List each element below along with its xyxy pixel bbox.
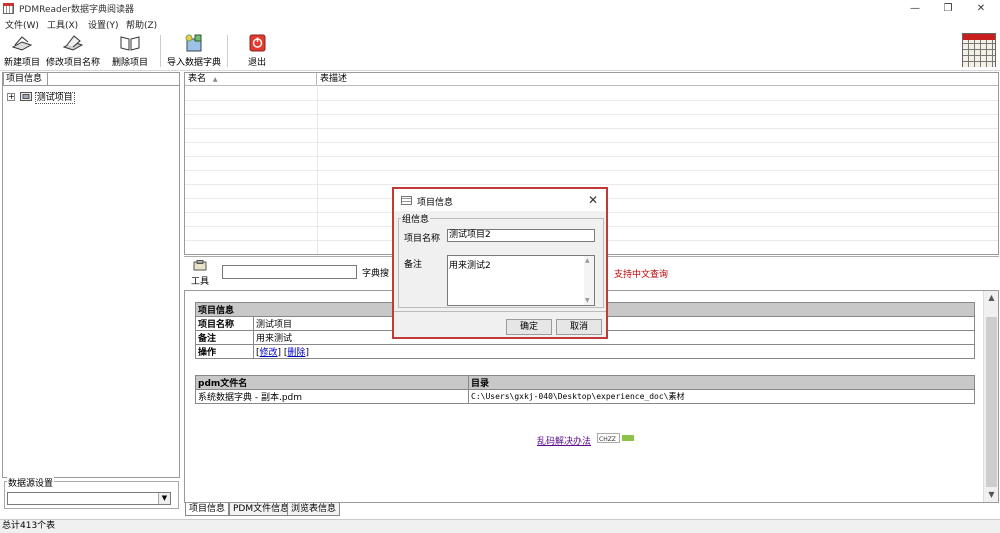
toolbar: 新建项目 修改项目名称 删除项目 导入数据字典 退出 xyxy=(0,31,1000,71)
dialog-divider xyxy=(394,311,606,312)
tree-item-test-project[interactable]: + 测试项目 xyxy=(7,90,75,104)
grid-divider xyxy=(317,87,318,254)
dialog-table-icon xyxy=(401,196,412,205)
toolbox-icon xyxy=(193,260,207,271)
detail-scrollbar[interactable]: ▲ ▼ xyxy=(983,291,998,502)
row-value: 测试项目 xyxy=(253,316,975,331)
datasource-legend: 数据源设置 xyxy=(7,476,55,489)
ops-key: 操作 xyxy=(195,344,254,359)
menu-help[interactable]: 帮助(Z) xyxy=(126,18,157,31)
remark-value: 用来测试2 xyxy=(449,261,491,271)
app-icon xyxy=(3,3,14,14)
table-row: 操作 [修改] [删除] xyxy=(195,344,975,359)
rename-project-label: 修改项目名称 xyxy=(45,58,100,68)
new-project-button[interactable]: 新建项目 xyxy=(3,33,41,69)
title-bar: PDMReader数据字典阅读器 — ❐ ✕ xyxy=(0,0,1000,17)
toolbar-divider xyxy=(160,35,161,67)
column-header-table-name[interactable]: 表名 ▲ xyxy=(185,73,317,86)
sort-asc-icon: ▲ xyxy=(212,76,218,83)
toolbar-divider-2 xyxy=(227,35,228,67)
menu-bar: 文件(W) 工具(X) 设置(Y) 帮助(Z) xyxy=(0,17,1000,31)
delete-link[interactable]: 删除 xyxy=(287,348,305,358)
tab-underline xyxy=(2,85,180,86)
dialog-group-legend: 组信息 xyxy=(401,212,431,225)
scroll-thumb[interactable] xyxy=(986,317,997,487)
menu-settings[interactable]: 设置(Y) xyxy=(88,18,119,31)
project-tree-panel xyxy=(2,72,180,478)
dialog-close-icon[interactable]: ✕ xyxy=(588,193,598,207)
cancel-button[interactable]: 取消 xyxy=(556,319,602,335)
pdm-files-table: pdm文件名 目录 系统数据字典 - 副本.pdm C:\Users\gxkj-… xyxy=(195,375,975,404)
chzz-badge-icon: CHZZ xyxy=(597,433,635,443)
project-icon xyxy=(19,91,32,101)
scroll-down-icon[interactable]: ▼ xyxy=(585,297,590,304)
tool-label: 工具 xyxy=(190,277,209,287)
datasource-select[interactable]: ▼ xyxy=(7,492,171,505)
tab-project-info-bottom[interactable]: 项目信息 xyxy=(185,503,230,516)
calendar-grid-icon xyxy=(962,33,996,67)
scroll-up-icon[interactable]: ▲ xyxy=(585,257,590,264)
edit-link[interactable]: 修改 xyxy=(260,348,278,358)
book-edit-icon xyxy=(62,35,84,51)
minimize-button[interactable]: — xyxy=(900,0,930,17)
window-title: PDMReader数据字典阅读器 xyxy=(19,5,134,15)
ops-cell: [修改] [删除] xyxy=(253,344,975,359)
menu-file[interactable]: 文件(W) xyxy=(5,18,39,31)
power-icon xyxy=(249,34,266,52)
menu-tools[interactable]: 工具(X) xyxy=(47,18,78,31)
import-dict-button[interactable]: 导入数据字典 xyxy=(166,33,222,69)
import-dict-label: 导入数据字典 xyxy=(166,58,221,68)
restore-button[interactable]: ❐ xyxy=(933,0,963,17)
project-info-dialog: 项目信息 ✕ 组信息 项目名称 测试项目2 备注 用来测试2 ▲ ▼ 确定 取消 xyxy=(392,187,608,339)
dialog-title-bar: 项目信息 ✕ xyxy=(394,189,606,211)
tab-pdm-file-info[interactable]: PDM文件信息 xyxy=(229,503,294,516)
pdm-file-name: 系统数据字典 - 副本.pdm xyxy=(195,389,469,404)
project-name-input[interactable]: 测试项目2 xyxy=(447,229,595,242)
new-project-label: 新建项目 xyxy=(3,58,40,68)
pdm-file-dir: C:\Users\gxkj-040\Desktop\experience_doc… xyxy=(468,389,975,404)
column-header-pdm-file: pdm文件名 xyxy=(195,375,469,390)
delete-project-button[interactable]: 删除项目 xyxy=(110,33,150,69)
garbled-fix-link[interactable]: 乱码解决办法 xyxy=(537,434,591,447)
table-row: 系统数据字典 - 副本.pdm C:\Users\gxkj-040\Deskto… xyxy=(195,389,975,404)
remark-scrollbar[interactable]: ▲ ▼ xyxy=(584,256,594,305)
remark-label: 备注 xyxy=(404,260,423,270)
tab-browse-table-info[interactable]: 浏览表信息 xyxy=(287,503,341,516)
expand-icon[interactable]: + xyxy=(7,92,15,101)
project-name-label: 项目名称 xyxy=(404,234,441,244)
tree-item-label: 测试项目 xyxy=(34,92,75,104)
open-book-icon xyxy=(120,36,140,51)
scroll-down-icon[interactable]: ▼ xyxy=(984,488,999,502)
ok-button[interactable]: 确定 xyxy=(506,319,552,335)
search-input[interactable] xyxy=(222,265,357,279)
exit-label: 退出 xyxy=(247,58,266,68)
row-value: 用来测试 xyxy=(253,330,975,345)
exit-button[interactable]: 退出 xyxy=(243,33,271,69)
remark-textarea[interactable]: 用来测试2 ▲ ▼ xyxy=(447,255,595,306)
column-label-table-name: 表名 xyxy=(188,74,207,84)
close-button[interactable]: ✕ xyxy=(966,0,996,17)
rename-project-button[interactable]: 修改项目名称 xyxy=(44,33,102,69)
delete-project-label: 删除项目 xyxy=(111,58,148,68)
status-bar: 总计413个表 xyxy=(0,519,1000,533)
tool-button[interactable]: 工具 xyxy=(188,260,212,287)
column-header-directory: 目录 xyxy=(468,375,975,390)
tab-project-info[interactable]: 项目信息 xyxy=(3,72,48,85)
database-import-icon xyxy=(185,34,202,52)
book-icon xyxy=(11,36,33,51)
row-key: 备注 xyxy=(195,330,254,345)
chevron-down-icon[interactable]: ▼ xyxy=(158,493,170,504)
column-header-table-desc[interactable]: 表描述 xyxy=(317,73,998,86)
dialog-title: 项目信息 xyxy=(417,198,454,208)
row-key: 项目名称 xyxy=(195,316,254,331)
chzz-text: CHZZ xyxy=(599,436,616,443)
dict-search-button[interactable]: 字典搜 xyxy=(362,266,389,279)
scroll-up-icon[interactable]: ▲ xyxy=(984,291,999,305)
chinese-query-support: 支持中文查询 xyxy=(614,270,669,280)
